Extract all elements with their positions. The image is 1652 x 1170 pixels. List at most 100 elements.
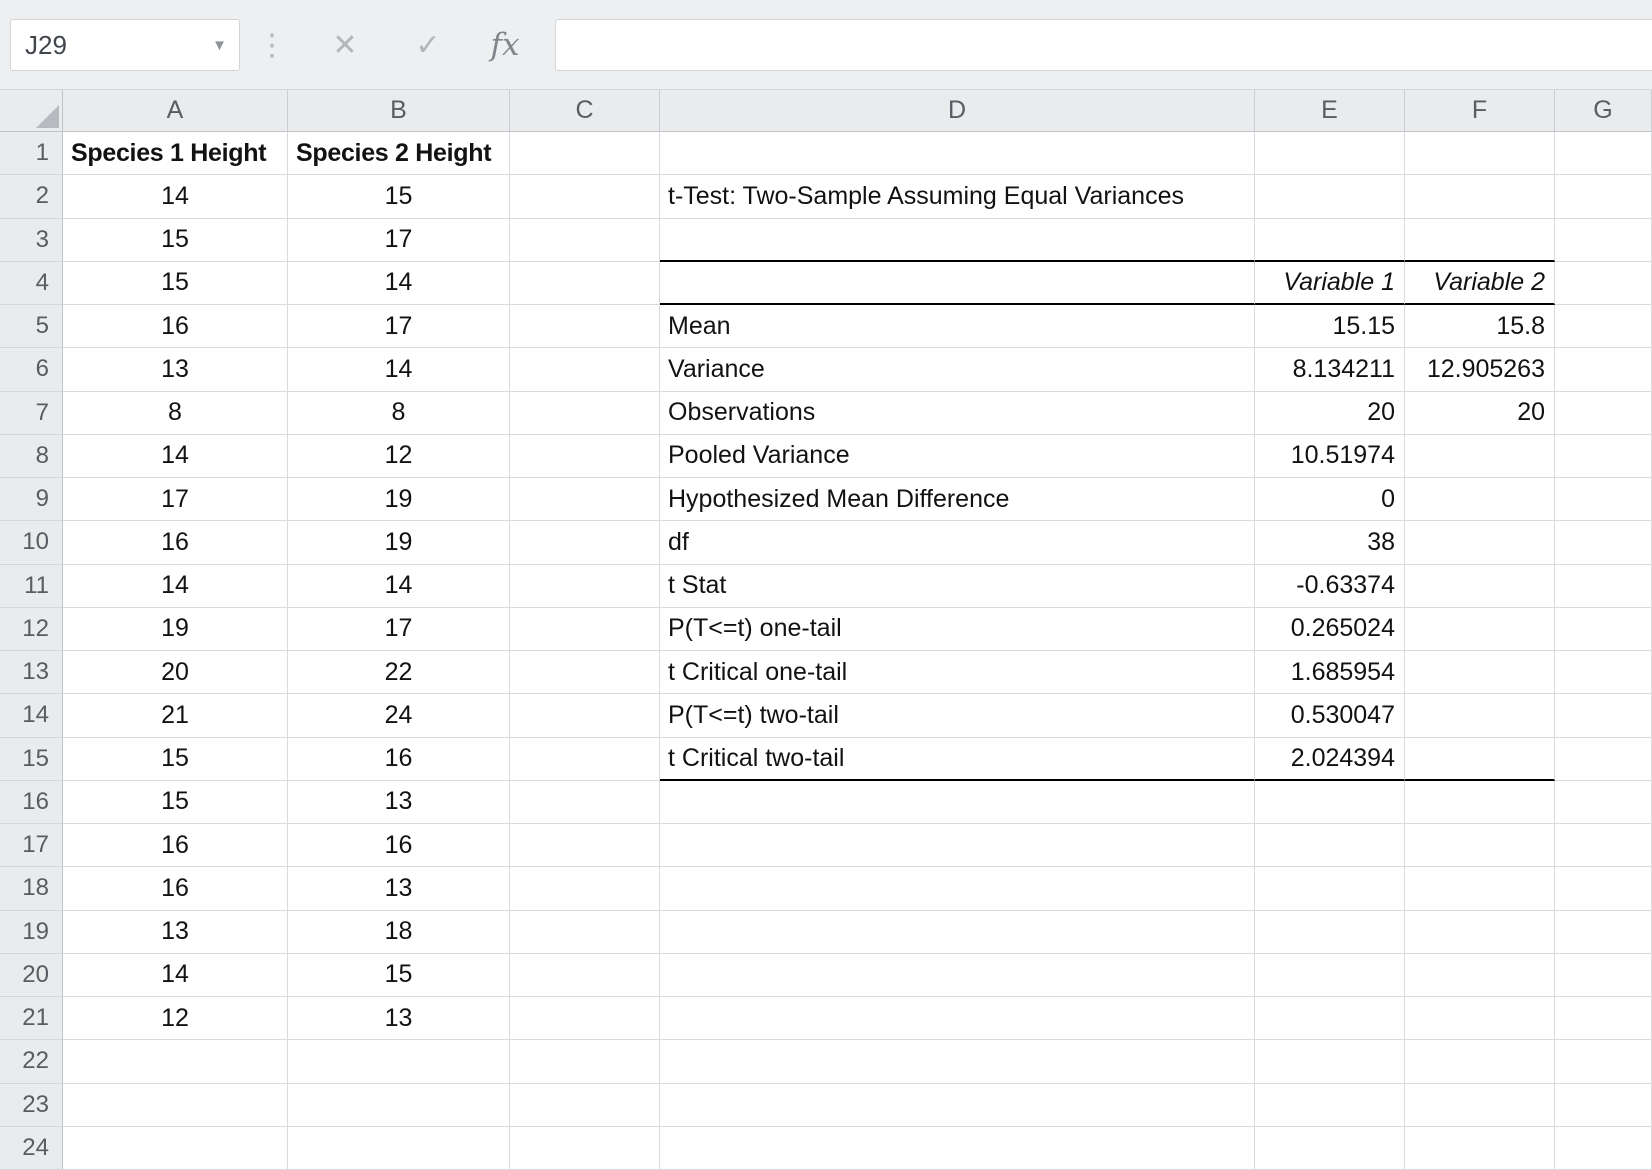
cell-F5[interactable]: 15.8: [1405, 305, 1555, 348]
cell-C13[interactable]: [510, 651, 660, 694]
column-header-G[interactable]: G: [1555, 90, 1652, 132]
row-header-23[interactable]: 23: [0, 1084, 63, 1127]
row-header-11[interactable]: 11: [0, 565, 63, 608]
cell-G16[interactable]: [1555, 781, 1652, 824]
cell-C8[interactable]: [510, 435, 660, 478]
cell-C22[interactable]: [510, 1040, 660, 1083]
cell-F12[interactable]: [1405, 608, 1555, 651]
row-header-10[interactable]: 10: [0, 521, 63, 564]
cell-C7[interactable]: [510, 392, 660, 435]
row-header-7[interactable]: 7: [0, 392, 63, 435]
row-header-3[interactable]: 3: [0, 219, 63, 262]
cell-G14[interactable]: [1555, 694, 1652, 737]
cell-G11[interactable]: [1555, 565, 1652, 608]
cancel-icon[interactable]: ✕: [314, 0, 376, 90]
cell-D3[interactable]: [660, 219, 1255, 262]
row-header-8[interactable]: 8: [0, 435, 63, 478]
row-header-20[interactable]: 20: [0, 954, 63, 997]
cell-D6[interactable]: Variance: [660, 348, 1255, 391]
cell-D14[interactable]: P(T<=t) two-tail: [660, 694, 1255, 737]
cell-C24[interactable]: [510, 1127, 660, 1170]
cell-B24[interactable]: [288, 1127, 510, 1170]
column-header-A[interactable]: A: [63, 90, 288, 132]
row-header-4[interactable]: 4: [0, 262, 63, 305]
cell-F7[interactable]: 20: [1405, 392, 1555, 435]
formula-bar-input[interactable]: [555, 19, 1652, 71]
cell-A20[interactable]: 14: [63, 954, 288, 997]
cell-A23[interactable]: [63, 1084, 288, 1127]
row-header-24[interactable]: 24: [0, 1127, 63, 1170]
cell-G13[interactable]: [1555, 651, 1652, 694]
cell-B8[interactable]: 12: [288, 435, 510, 478]
cell-G24[interactable]: [1555, 1127, 1652, 1170]
cell-C23[interactable]: [510, 1084, 660, 1127]
cell-A9[interactable]: 17: [63, 478, 288, 521]
cell-G8[interactable]: [1555, 435, 1652, 478]
cell-G21[interactable]: [1555, 997, 1652, 1040]
cell-F24[interactable]: [1405, 1127, 1555, 1170]
cell-E14[interactable]: 0.530047: [1255, 694, 1405, 737]
cell-E23[interactable]: [1255, 1084, 1405, 1127]
cell-F15[interactable]: [1405, 738, 1555, 781]
cell-G1[interactable]: [1555, 132, 1652, 175]
cell-C9[interactable]: [510, 478, 660, 521]
cell-E15[interactable]: 2.024394: [1255, 738, 1405, 781]
cell-E8[interactable]: 10.51974: [1255, 435, 1405, 478]
cell-A11[interactable]: 14: [63, 565, 288, 608]
cell-E7[interactable]: 20: [1255, 392, 1405, 435]
row-header-9[interactable]: 9: [0, 478, 63, 521]
cell-C4[interactable]: [510, 262, 660, 305]
cell-B21[interactable]: 13: [288, 997, 510, 1040]
cell-B5[interactable]: 17: [288, 305, 510, 348]
name-box-dropdown-icon[interactable]: ▼: [212, 37, 227, 54]
cell-C1[interactable]: [510, 132, 660, 175]
cell-C18[interactable]: [510, 867, 660, 910]
cell-E1[interactable]: [1255, 132, 1405, 175]
cell-A21[interactable]: 12: [63, 997, 288, 1040]
cell-G19[interactable]: [1555, 911, 1652, 954]
cell-D11[interactable]: t Stat: [660, 565, 1255, 608]
row-header-17[interactable]: 17: [0, 824, 63, 867]
row-header-12[interactable]: 12: [0, 608, 63, 651]
cell-E11[interactable]: -0.63374: [1255, 565, 1405, 608]
cell-D21[interactable]: [660, 997, 1255, 1040]
cell-B16[interactable]: 13: [288, 781, 510, 824]
cell-D5[interactable]: Mean: [660, 305, 1255, 348]
row-header-14[interactable]: 14: [0, 694, 63, 737]
cell-E13[interactable]: 1.685954: [1255, 651, 1405, 694]
row-header-5[interactable]: 5: [0, 305, 63, 348]
cell-C19[interactable]: [510, 911, 660, 954]
cell-D15[interactable]: t Critical two-tail: [660, 738, 1255, 781]
cell-F8[interactable]: [1405, 435, 1555, 478]
row-header-15[interactable]: 15: [0, 738, 63, 781]
cell-A14[interactable]: 21: [63, 694, 288, 737]
cell-E20[interactable]: [1255, 954, 1405, 997]
column-header-C[interactable]: C: [510, 90, 660, 132]
cell-G6[interactable]: [1555, 348, 1652, 391]
cell-A3[interactable]: 15: [63, 219, 288, 262]
cell-A16[interactable]: 15: [63, 781, 288, 824]
cell-D9[interactable]: Hypothesized Mean Difference: [660, 478, 1255, 521]
cell-E24[interactable]: [1255, 1127, 1405, 1170]
cell-A6[interactable]: 13: [63, 348, 288, 391]
cell-A1[interactable]: Species 1 Height: [63, 132, 288, 175]
column-header-E[interactable]: E: [1255, 90, 1405, 132]
cell-C17[interactable]: [510, 824, 660, 867]
cell-F23[interactable]: [1405, 1084, 1555, 1127]
cell-E18[interactable]: [1255, 867, 1405, 910]
cell-B2[interactable]: 15: [288, 175, 510, 218]
cell-F1[interactable]: [1405, 132, 1555, 175]
cell-A15[interactable]: 15: [63, 738, 288, 781]
cell-G18[interactable]: [1555, 867, 1652, 910]
cell-B13[interactable]: 22: [288, 651, 510, 694]
cell-D24[interactable]: [660, 1127, 1255, 1170]
cell-E17[interactable]: [1255, 824, 1405, 867]
cell-C2[interactable]: [510, 175, 660, 218]
cell-C21[interactable]: [510, 997, 660, 1040]
cell-B23[interactable]: [288, 1084, 510, 1127]
row-header-1[interactable]: 1: [0, 132, 63, 175]
cell-F6[interactable]: 12.905263: [1405, 348, 1555, 391]
cell-D23[interactable]: [660, 1084, 1255, 1127]
cell-D1[interactable]: [660, 132, 1255, 175]
cell-E2[interactable]: [1255, 175, 1405, 218]
